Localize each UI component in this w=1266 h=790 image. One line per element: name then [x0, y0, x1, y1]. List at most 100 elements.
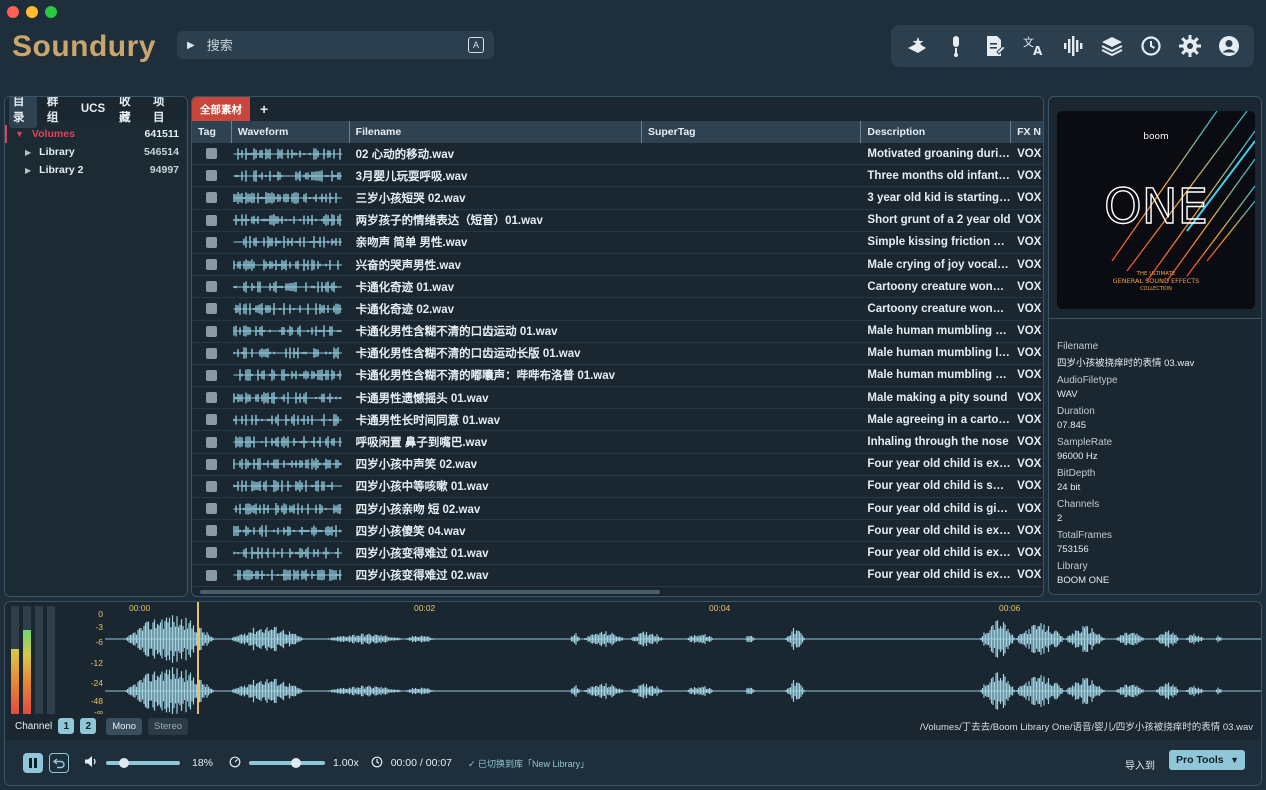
table-row[interactable]: 四岁小孩中声笑 02.wav Four year old child is exh… — [192, 454, 1043, 476]
table-row[interactable]: 卡通化男性含糊不清的嘟囔声：哔哔布洛普 01.wav Male human mum… — [192, 365, 1043, 388]
waveform-thumbnail[interactable] — [232, 413, 350, 427]
main-waveform[interactable] — [105, 602, 1261, 714]
mono-button[interactable]: Mono — [106, 717, 143, 735]
row-checkbox[interactable] — [206, 192, 218, 204]
volume-slider[interactable] — [106, 758, 180, 768]
table-row[interactable]: 两岁孩子的情绪表达（短音）01.wav Short grunt of a 2 ye… — [192, 210, 1043, 232]
waveform-thumbnail[interactable] — [232, 502, 350, 516]
waveform-thumbnail[interactable] — [232, 346, 350, 360]
document-edit-icon[interactable] — [981, 32, 1009, 60]
tab-projects[interactable]: 项目 — [149, 97, 177, 128]
row-checkbox[interactable] — [206, 414, 218, 426]
expand-right-icon[interactable]: ▶ — [25, 166, 31, 175]
waveform-thumbnail[interactable] — [232, 479, 350, 493]
table-row[interactable]: 四岁小孩变得难过 01.wav Four year old child is ex… — [192, 542, 1043, 565]
history-clock-icon[interactable] — [1137, 32, 1165, 60]
row-checkbox[interactable] — [206, 214, 218, 226]
waveform-icon[interactable] — [1059, 32, 1087, 60]
waveform-thumbnail[interactable] — [232, 302, 350, 316]
speed-slider[interactable] — [249, 758, 326, 768]
table-row[interactable]: 四岁小孩变得难过 02.wav Four year old child is ex… — [192, 565, 1043, 587]
waveform-thumbnail[interactable] — [232, 147, 350, 161]
waveform-thumbnail[interactable] — [232, 280, 350, 294]
row-checkbox[interactable] — [206, 480, 218, 492]
table-row[interactable]: 四岁小孩中等咳嗽 01.wav Four year old child is so… — [192, 476, 1043, 498]
loop-button[interactable] — [49, 753, 69, 773]
tab-ucs[interactable]: UCS — [77, 100, 109, 118]
row-checkbox[interactable] — [206, 547, 218, 559]
table-row[interactable]: 3月婴儿玩耍呼吸.wav Three months old infant play… — [192, 165, 1043, 188]
add-tab-button[interactable]: + — [260, 101, 268, 117]
channel-2-button[interactable]: 2 — [80, 718, 97, 734]
column-fx-name[interactable]: FX N — [1011, 121, 1043, 143]
minimize-window-button[interactable] — [26, 6, 38, 18]
row-checkbox[interactable] — [206, 281, 218, 293]
layers-icon[interactable] — [1098, 32, 1126, 60]
play-icon[interactable]: ▶ — [187, 40, 195, 51]
tree-item-library[interactable]: ▶ Library 546514 — [5, 143, 187, 161]
waveform-thumbnail[interactable] — [232, 391, 350, 405]
waveform-view[interactable]: 00:00 00:02 00:04 00:06 — [105, 602, 1261, 714]
table-row[interactable]: 亲吻声 简单 男性.wav Simple kissing friction eff… — [192, 232, 1043, 254]
expand-down-icon[interactable]: ▼ — [15, 129, 24, 139]
row-checkbox[interactable] — [206, 525, 218, 537]
table-row[interactable]: 卡通化奇迹 01.wav Cartoony creature wondering V… — [192, 276, 1043, 299]
row-checkbox[interactable] — [206, 170, 218, 182]
waveform-thumbnail[interactable] — [232, 191, 350, 205]
search-input[interactable] — [206, 37, 456, 53]
row-checkbox[interactable] — [206, 148, 218, 160]
waveform-thumbnail[interactable] — [232, 213, 350, 227]
tree-item-volumes[interactable]: ▼ Volumes 641511 — [5, 125, 187, 143]
row-checkbox[interactable] — [206, 436, 218, 448]
table-row[interactable]: 四岁小孩亲吻 短 02.wav Four year old child is gi… — [192, 498, 1043, 521]
favorites-stack-icon[interactable] — [903, 32, 931, 60]
waveform-thumbnail[interactable] — [232, 546, 350, 560]
table-row[interactable]: 卡通化男性含糊不清的口齿运动长版 01.wav Male human mumbli… — [192, 343, 1043, 365]
row-checkbox[interactable] — [206, 569, 218, 581]
translate-search-icon[interactable]: A — [468, 37, 484, 53]
table-row[interactable]: 卡通男性遗憾摇头 01.wav Male making a pity sound V… — [192, 387, 1043, 410]
channel-1-button[interactable]: 1 — [58, 718, 75, 734]
waveform-thumbnail[interactable] — [232, 435, 350, 449]
user-icon[interactable] — [1215, 32, 1243, 60]
column-waveform[interactable]: Waveform — [232, 121, 350, 143]
column-description[interactable]: Description — [861, 121, 1012, 143]
expand-right-icon[interactable]: ▶ — [25, 148, 31, 157]
waveform-thumbnail[interactable] — [232, 324, 350, 338]
column-supertag[interactable]: SuperTag — [642, 121, 862, 143]
row-checkbox[interactable] — [206, 303, 218, 315]
waveform-thumbnail[interactable] — [232, 258, 350, 272]
tree-item-library-2[interactable]: ▶ Library 2 94997 — [5, 161, 187, 179]
table-row[interactable]: 卡通化男性含糊不清的口齿运动 01.wav Male human mumbling… — [192, 321, 1043, 343]
import-target-select[interactable]: Pro Tools ▼ — [1169, 750, 1245, 770]
waveform-thumbnail[interactable] — [232, 169, 350, 183]
row-checkbox[interactable] — [206, 259, 218, 271]
waveform-thumbnail[interactable] — [232, 524, 350, 538]
translate-icon[interactable]: 文A — [1020, 32, 1048, 60]
row-checkbox[interactable] — [206, 236, 218, 248]
waveform-thumbnail[interactable] — [232, 568, 350, 582]
waveform-thumbnail[interactable] — [232, 457, 350, 471]
table-row[interactable]: 呼吸闲置 鼻子到嘴巴.wav Inhaling through the nose V… — [192, 431, 1043, 454]
close-window-button[interactable] — [7, 6, 19, 18]
speed-gauge-icon[interactable] — [229, 756, 241, 771]
playhead[interactable] — [197, 602, 199, 714]
zoom-window-button[interactable] — [45, 6, 57, 18]
horizontal-scrollbar[interactable] — [200, 590, 660, 594]
table-row[interactable]: 卡通男性长时间同意 01.wav Male agreeing in a carto… — [192, 409, 1043, 432]
row-checkbox[interactable] — [206, 369, 218, 381]
row-checkbox[interactable] — [206, 392, 218, 404]
gear-icon[interactable] — [1176, 32, 1204, 60]
pause-button[interactable] — [23, 753, 43, 773]
speed-slider-knob[interactable] — [290, 758, 301, 768]
volume-icon[interactable] — [85, 756, 98, 770]
mic-icon[interactable] — [942, 32, 970, 60]
tab-all-assets[interactable]: 全部素材 — [192, 97, 250, 121]
table-row[interactable]: 02 心动的移动.wav Motivated groaning during mo… — [192, 143, 1043, 166]
table-row[interactable]: 卡通化奇迹 02.wav Cartoony creature wondering V… — [192, 298, 1043, 321]
tab-favorites[interactable]: 收藏 — [115, 97, 143, 128]
column-tag[interactable]: Tag — [192, 121, 232, 143]
row-checkbox[interactable] — [206, 347, 218, 359]
table-row[interactable]: 兴奋的哭声男性.wav Male crying of joy vocalizati… — [192, 254, 1043, 277]
waveform-thumbnail[interactable] — [232, 368, 350, 382]
